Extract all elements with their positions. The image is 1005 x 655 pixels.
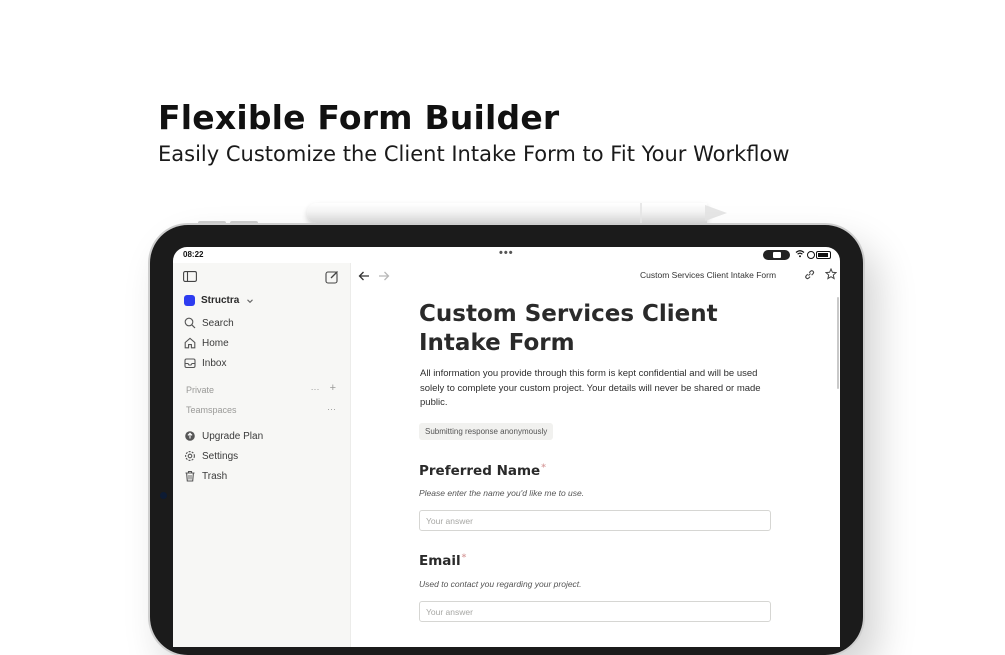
tablet-screen: 08:22 ••• Structra Search Home Inbox Pri…	[173, 247, 840, 647]
sidebar-toggle-icon[interactable]	[183, 271, 197, 282]
sidebar-item-search[interactable]: Search	[184, 317, 234, 329]
required-mark: *	[461, 553, 467, 563]
trash-icon	[185, 470, 195, 482]
sidebar: Structra Search Home Inbox Private ··· +…	[173, 263, 351, 647]
hero-subtitle: Easily Customize the Client Intake Form …	[158, 142, 790, 166]
pencil-tip	[705, 205, 727, 221]
back-arrow-icon[interactable]	[357, 269, 371, 283]
sidebar-item-label: Upgrade Plan	[202, 430, 264, 442]
sidebar-item-home[interactable]: Home	[184, 337, 229, 349]
private-actions: ··· +	[311, 382, 336, 394]
workspace-logo-icon	[184, 295, 195, 306]
multitasking-dots[interactable]: •••	[499, 247, 514, 259]
search-icon	[184, 317, 196, 329]
camera-indicator-icon	[763, 250, 790, 260]
question-email-title: Email*	[419, 553, 466, 569]
required-mark: *	[541, 463, 546, 473]
camera-dot	[160, 492, 167, 499]
add-page-icon[interactable]: +	[330, 382, 336, 394]
status-bar: 08:22 •••	[173, 247, 840, 263]
teamspaces-actions: ···	[327, 404, 336, 414]
workspace-switcher[interactable]: Structra	[184, 295, 255, 306]
form-title: Custom Services Client Intake Form	[419, 301, 718, 356]
page-breadcrumb[interactable]: Custom Services Client Intake Form	[640, 270, 776, 280]
sidebar-item-label: Search	[202, 317, 234, 329]
forward-arrow-icon[interactable]	[377, 269, 391, 283]
anonymous-badge: Submitting response anonymously	[419, 423, 554, 440]
question-label: Preferred Name	[419, 463, 541, 479]
sidebar-item-label: Trash	[202, 470, 228, 482]
hero-title: Flexible Form Builder	[158, 98, 560, 137]
question-preferred-name-help: Please enter the name you'd like me to u…	[419, 488, 585, 498]
sidebar-item-label: Settings	[202, 450, 239, 462]
gear-icon	[185, 451, 195, 461]
link-icon[interactable]	[804, 269, 815, 280]
section-teamspaces[interactable]: Teamspaces	[186, 405, 237, 415]
chevron-down-icon	[247, 298, 254, 303]
sidebar-item-upgrade-plan[interactable]: Upgrade Plan	[184, 430, 263, 442]
status-time: 08:22	[183, 250, 204, 259]
new-page-icon[interactable]	[325, 270, 339, 284]
inbox-icon	[184, 358, 196, 369]
sidebar-item-inbox[interactable]: Inbox	[184, 357, 226, 369]
form-description: All information you provide through this…	[420, 368, 761, 408]
email-input[interactable]	[419, 601, 771, 622]
scrollbar[interactable]	[837, 297, 839, 389]
question-label: Email	[419, 553, 461, 569]
page-content: Custom Services Client Intake Form Custo…	[351, 263, 840, 647]
sidebar-item-label: Home	[202, 337, 229, 349]
sidebar-item-settings[interactable]: Settings	[184, 450, 238, 462]
workspace-name: Structra	[201, 295, 240, 306]
more-options-icon[interactable]: ···	[327, 404, 336, 414]
apple-pencil-image	[307, 203, 707, 223]
preferred-name-input[interactable]	[419, 510, 771, 531]
question-preferred-name-title: Preferred Name*	[419, 463, 546, 479]
battery-icon	[816, 251, 831, 259]
question-email-help: Used to contact you regarding your proje…	[419, 579, 582, 589]
sidebar-item-label: Inbox	[202, 357, 227, 369]
upgrade-icon	[185, 431, 195, 441]
pencil-band	[640, 203, 642, 223]
sidebar-item-trash[interactable]: Trash	[184, 470, 227, 482]
more-options-icon[interactable]: ···	[311, 384, 320, 394]
wifi-icon	[795, 249, 805, 260]
star-icon[interactable]	[825, 268, 837, 280]
focus-icon	[807, 251, 815, 259]
home-icon	[184, 337, 196, 349]
section-private[interactable]: Private	[186, 385, 214, 395]
